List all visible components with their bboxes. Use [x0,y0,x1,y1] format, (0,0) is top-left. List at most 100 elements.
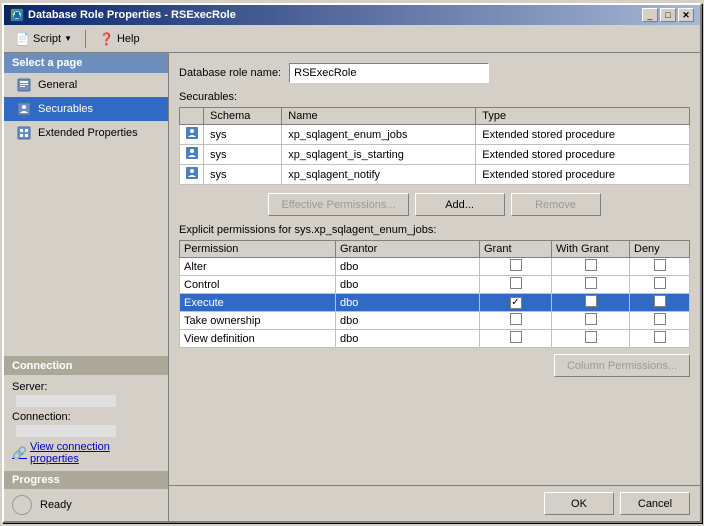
perm-grant-cell [480,312,552,330]
col-name: Name [282,108,476,125]
window-title: Database Role Properties - RSExecRole [28,9,236,21]
row-schema: sys [204,145,282,165]
progress-section: Connection Server: Connection: 🔗 View co… [4,356,168,471]
perm-col-permission: Permission [180,241,336,258]
progress-content: Ready [4,489,168,521]
minimize-button[interactable]: _ [642,8,658,22]
view-connection-link[interactable]: 🔗 View connection properties [12,441,160,465]
perm-col-deny: Deny [630,241,690,258]
row-icon-cell [180,165,204,185]
perm-name: Execute [180,294,336,312]
securables-icon [16,101,32,117]
perm-col-with-grant: With Grant [552,241,630,258]
close-button[interactable]: ✕ [678,8,694,22]
perm-with-grant-cell [552,330,630,348]
toolbar: 📄 Script ▼ ❓ Help [4,25,700,53]
permissions-row[interactable]: Take ownership dbo [180,312,690,330]
general-icon [16,77,32,93]
server-value [16,395,116,407]
grant-checkbox[interactable] [510,259,522,271]
perm-deny-cell [630,294,690,312]
deny-checkbox[interactable] [654,277,666,289]
script-button[interactable]: 📄 Script ▼ [8,28,79,50]
connection-label: Connection: [12,411,160,423]
progress-header: Progress [4,471,168,489]
role-name-label: Database role name: [179,67,281,79]
ok-button[interactable]: OK [544,492,614,515]
connection-icon: 🔗 [12,446,27,460]
with-grant-checkbox[interactable] [585,259,597,271]
perm-grantor: dbo [336,330,480,348]
col-type: Type [476,108,690,125]
add-label: Add... [445,199,474,211]
script-label: Script [33,33,61,45]
with-grant-checkbox[interactable] [585,277,597,289]
permissions-row[interactable]: Alter dbo [180,258,690,276]
grant-checkbox[interactable] [510,313,522,325]
perm-grant-cell [480,258,552,276]
permissions-table: Permission Grantor Grant With Grant Deny… [179,240,690,348]
with-grant-checkbox[interactable] [585,313,597,325]
cancel-button[interactable]: Cancel [620,492,690,515]
script-dropdown-icon: ▼ [64,34,72,43]
window-body: Select a page General Securables Extende… [4,53,700,521]
progress-spinner [12,495,32,515]
grant-checkbox[interactable] [510,277,522,289]
perm-col-grantor: Grantor [336,241,480,258]
perm-grant-cell [480,276,552,294]
explicit-permissions-label: Explicit permissions for sys.xp_sqlagent… [179,224,690,236]
with-grant-checkbox[interactable] [585,295,597,307]
effective-permissions-label: Effective Permissions... [281,199,395,211]
deny-checkbox[interactable] [654,259,666,271]
sidebar-header: Select a page [4,53,168,73]
column-permissions-row: Column Permissions... [179,354,690,377]
extended-properties-icon [16,125,32,141]
sidebar-item-general[interactable]: General [4,73,168,97]
script-icon: 📄 [15,32,30,46]
permissions-row[interactable]: View definition dbo [180,330,690,348]
deny-checkbox[interactable] [654,295,666,307]
perm-deny-cell [630,312,690,330]
with-grant-checkbox[interactable] [585,331,597,343]
progress-block: Progress Ready [4,471,168,521]
general-label: General [38,79,77,91]
perm-deny-cell [630,330,690,348]
perm-deny-cell [630,258,690,276]
role-name-input[interactable] [289,63,489,83]
view-connection-label: View connection properties [30,441,160,465]
deny-checkbox[interactable] [654,313,666,325]
perm-with-grant-cell [552,312,630,330]
effective-permissions-button[interactable]: Effective Permissions... [268,193,408,216]
securables-label: Securables: [179,91,690,103]
add-button[interactable]: Add... [415,193,505,216]
column-permissions-button[interactable]: Column Permissions... [554,354,690,377]
help-button[interactable]: ❓ Help [92,28,147,50]
role-name-row: Database role name: [179,63,690,83]
perm-grantor: dbo [336,258,480,276]
grant-checkbox[interactable] [510,297,522,309]
securables-row[interactable]: sys xp_sqlagent_notify Extended stored p… [180,165,690,185]
permissions-row[interactable]: Execute dbo [180,294,690,312]
deny-checkbox[interactable] [654,331,666,343]
row-icon-cell [180,125,204,145]
ok-label: OK [571,498,587,510]
grant-checkbox[interactable] [510,331,522,343]
main-window: Database Role Properties - RSExecRole _ … [2,3,702,523]
help-label: Help [117,33,140,45]
toolbar-separator [85,30,86,48]
main-content: Database role name: Securables: Schema N… [169,53,700,521]
sidebar: Select a page General Securables Extende… [4,53,169,521]
help-icon: ❓ [99,32,114,46]
connection-content: Server: Connection: 🔗 View connection pr… [4,375,168,471]
progress-status: Ready [40,499,72,511]
sidebar-item-extended-properties[interactable]: Extended Properties [4,121,168,145]
securables-row[interactable]: sys xp_sqlagent_enum_jobs Extended store… [180,125,690,145]
col-schema: Schema [204,108,282,125]
sidebar-item-securables[interactable]: Securables [4,97,168,121]
permissions-row[interactable]: Control dbo [180,276,690,294]
remove-button[interactable]: Remove [511,193,601,216]
securables-row[interactable]: sys xp_sqlagent_is_starting Extended sto… [180,145,690,165]
title-buttons: _ □ ✕ [642,8,694,22]
maximize-button[interactable]: □ [660,8,676,22]
row-type: Extended stored procedure [476,125,690,145]
